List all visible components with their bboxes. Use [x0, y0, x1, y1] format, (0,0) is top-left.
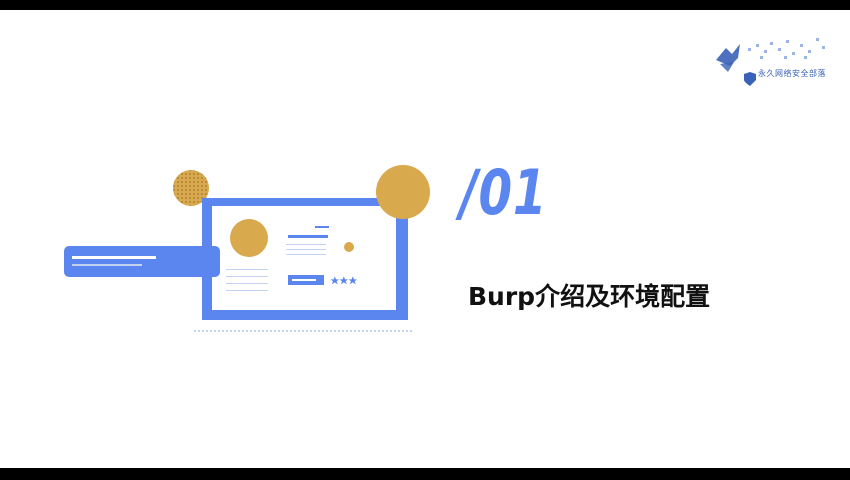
shield-icon — [744, 72, 756, 86]
section-title: Burp介绍及环境配置 — [468, 282, 711, 311]
floating-card — [64, 246, 220, 277]
pixel-decoration — [748, 38, 825, 59]
browser-illustration — [64, 165, 430, 332]
slide: 永久网络安全部落 /01 Burp介绍及环境配置 — [0, 10, 850, 468]
image-placeholder — [230, 219, 268, 257]
gold-circle-decoration — [376, 165, 430, 219]
section-number: /01 — [460, 156, 548, 229]
logo-name: 永久网络安全部落 — [758, 69, 826, 78]
logo — [716, 38, 825, 86]
bird-logo-icon — [716, 44, 740, 72]
